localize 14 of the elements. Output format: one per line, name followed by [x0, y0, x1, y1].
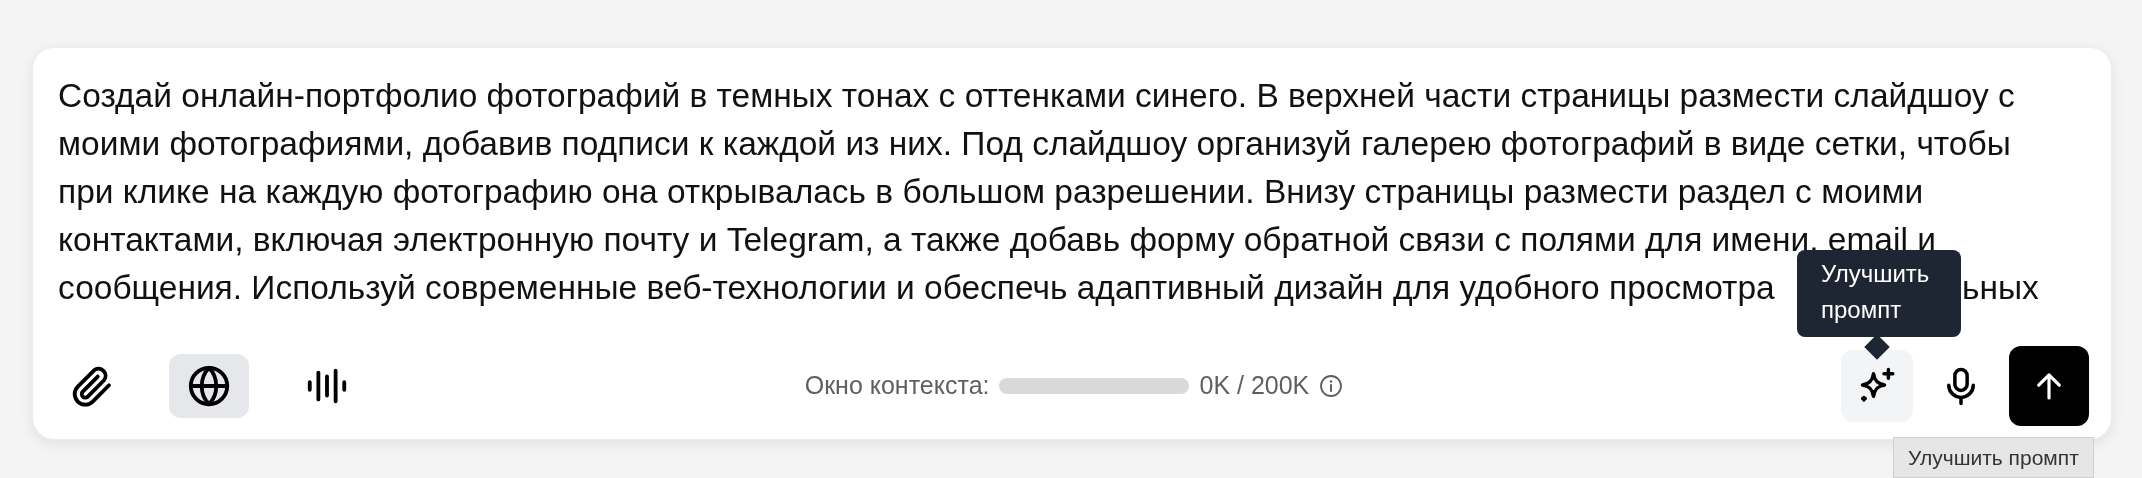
- token-count: 0K / 200K: [1199, 370, 1310, 402]
- send-button[interactable]: [2009, 346, 2089, 426]
- tooltip: Улучшить промпт: [1797, 250, 1961, 337]
- info-icon[interactable]: [1319, 374, 1344, 398]
- prompt-text-line: при клике на каждую фотографию она открывалась в большом разрешении. Внизу страницы размести раздел с моими: [58, 172, 1925, 212]
- prompt-text-line: моими фотографиями, добавив подписи к каждой из них. Под слайдшоу организуй галерею фотографий в виде сетки, чтобы: [58, 124, 2012, 164]
- enhance-prompt-button[interactable]: [1841, 350, 1913, 422]
- prompt-text-fragment: ьных: [1962, 268, 2039, 308]
- prompt-text-line: сообщения. Используй современные веб-технологии и обеспечь адаптивный дизайн для удобного просмотра: [58, 268, 1775, 308]
- context-label: Окно контекста:: [804, 370, 990, 402]
- web-search-button[interactable]: [169, 354, 249, 418]
- globe-icon: [186, 363, 232, 409]
- tooltip: Улучшить промпт: [1893, 437, 2094, 478]
- prompt-text-line: Создай онлайн-портфолио фотографий в темных тонах с оттенками синего. В верхней части страницы размести слайдшоу с: [58, 76, 2016, 116]
